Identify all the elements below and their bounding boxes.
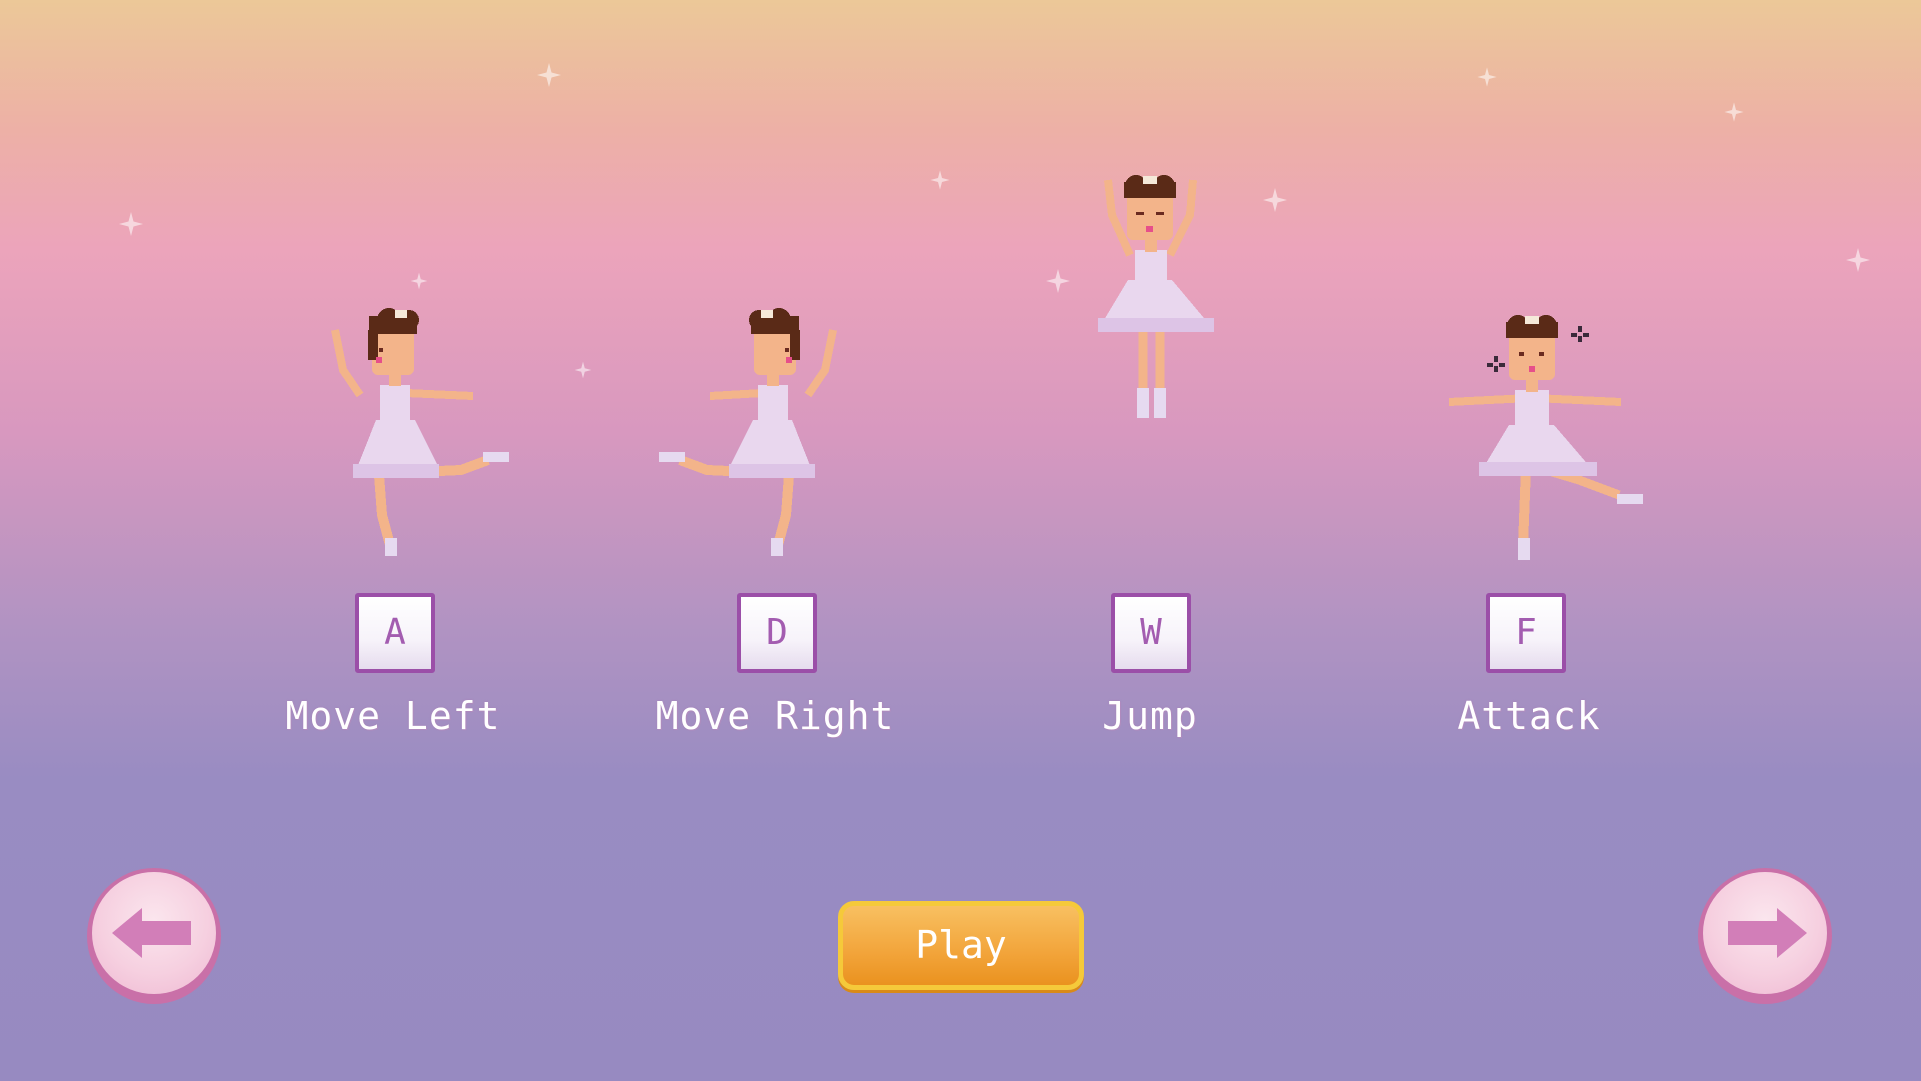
sparkle-icon <box>1724 102 1744 122</box>
ballerina-move-left-sprite <box>331 308 509 556</box>
ballerina-move-right-sprite <box>659 308 837 556</box>
key-d-button[interactable]: D <box>737 593 817 673</box>
anger-mark-icon <box>1487 356 1505 372</box>
arrow-left-icon <box>112 908 191 958</box>
ballerina-attack-sprite <box>1448 315 1643 560</box>
sparkle-icon <box>1846 248 1870 272</box>
ballerina-jump-sprite <box>1098 175 1214 418</box>
control-jump: W Jump <box>1000 0 1300 760</box>
control-attack: F Attack <box>1379 0 1679 760</box>
next-button[interactable] <box>1698 868 1832 1004</box>
key-w-button[interactable]: W <box>1111 593 1191 673</box>
sparkle-icon <box>119 212 143 236</box>
sparkle-icon <box>930 170 950 190</box>
sparkle-icon <box>574 361 592 379</box>
play-button[interactable]: Play <box>838 901 1084 990</box>
attack-label: Attack <box>1457 694 1601 738</box>
control-move-left: A Move Left <box>243 0 543 760</box>
arrow-right-icon <box>1728 908 1807 958</box>
move-left-label: Move Left <box>285 694 501 738</box>
move-right-label: Move Right <box>655 694 895 738</box>
key-f-button[interactable]: F <box>1486 593 1566 673</box>
anger-mark-icon <box>1571 326 1589 342</box>
jump-label: Jump <box>1102 694 1198 738</box>
control-move-right: D Move Right <box>625 0 925 760</box>
previous-button[interactable] <box>87 868 221 1004</box>
key-a-button[interactable]: A <box>355 593 435 673</box>
